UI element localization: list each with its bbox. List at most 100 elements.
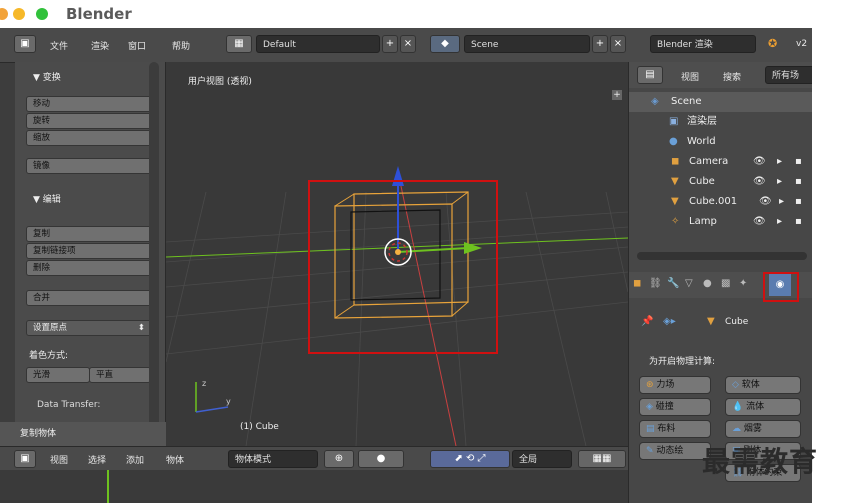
select-arrow-icon[interactable]: ▸ [779, 192, 784, 212]
particles-tab-icon[interactable]: ✦ [739, 278, 747, 289]
soft-body-button[interactable]: ◇ 软体 [725, 376, 801, 394]
render-camera-icon[interactable]: ▪ [795, 212, 802, 232]
viewport-label: 用户视图 (透视) [188, 77, 252, 87]
menu-window[interactable]: 窗口 [128, 39, 146, 52]
data-tab-icon[interactable]: ▽ [685, 278, 693, 289]
outliner-row-renderlayer[interactable]: ▣ 渲染层 [629, 112, 812, 132]
modifiers-tab-icon[interactable]: 🔧 [667, 278, 679, 289]
menu-help[interactable]: 帮助 [172, 39, 190, 52]
shade-smooth-button[interactable]: 光滑 [26, 367, 90, 383]
texture-tab-icon[interactable]: ▩ [721, 278, 730, 289]
scene-field[interactable]: Scene [464, 35, 590, 53]
menu-render[interactable]: 渲染 [91, 39, 109, 52]
outliner-row-world[interactable]: ● World [629, 132, 812, 152]
menu-file[interactable]: 文件 [50, 39, 68, 52]
close-scene-icon[interactable]: × [610, 35, 626, 53]
add-scene-icon[interactable]: + [592, 35, 608, 53]
manipulator-icons[interactable]: ⬈ ⟲ ⤢ [430, 450, 510, 468]
bottom-menu-select[interactable]: 选择 [88, 453, 106, 466]
visibility-eye-icon[interactable]: 👁 [759, 192, 772, 212]
force-field-button[interactable]: ⊛ 力场 [639, 376, 711, 394]
cloth-button[interactable]: ▤ 布料 [639, 420, 711, 438]
render-camera-icon[interactable]: ▪ [795, 172, 802, 192]
bottom-menu-add[interactable]: 添加 [126, 453, 144, 466]
cube001-name: Cube.001 [689, 196, 738, 207]
select-arrow-icon[interactable]: ▸ [777, 172, 782, 192]
render-tab-icon[interactable]: ◼ [633, 278, 641, 289]
constraints-tab-icon[interactable]: ⛓ [649, 278, 662, 289]
cube-highlight-box [308, 180, 498, 354]
fluid-button[interactable]: 💧 流体 [725, 398, 801, 416]
mode-select[interactable]: 物体模式 [228, 450, 318, 468]
outliner-row-cube[interactable]: ▼ Cube 👁 ▸ ▪ [629, 172, 812, 192]
zoom-icon[interactable] [13, 8, 25, 20]
visibility-eye-icon[interactable]: 👁 [753, 212, 766, 232]
layers-grid-icon[interactable]: ▦▦ [578, 450, 626, 468]
operator-panel-header[interactable]: 复制物体 [0, 422, 166, 446]
transform-panel-title[interactable]: ▼ 变换 [33, 70, 61, 83]
current-frame-marker[interactable] [107, 470, 109, 503]
mesh-icon: ▼ [671, 196, 679, 207]
mesh-icon: ▼ [671, 176, 679, 187]
outliner-menu-view[interactable]: 视图 [681, 70, 699, 83]
maximize-icon[interactable] [36, 8, 48, 20]
layout-icon[interactable]: ▦ [226, 35, 252, 53]
shade-flat-button[interactable]: 平直 [89, 367, 151, 383]
3d-view-header: ▣ 视图 选择 添加 物体 物体模式 ⊕ ● ⬈ ⟲ ⤢ 全局 ▦▦ [0, 446, 628, 471]
mirror-button[interactable]: 镜像 [26, 158, 152, 174]
pivot-icon[interactable]: ⊕ [324, 450, 354, 468]
move-button[interactable]: 移动 [26, 96, 152, 112]
outliner-row-cube001[interactable]: ▼ Cube.001 👁 ▸ ▪ [629, 192, 812, 212]
outliner-scrollbar[interactable] [637, 252, 807, 260]
timeline[interactable] [0, 470, 628, 503]
duplicate-linked-button[interactable]: 复制链接项 [26, 243, 152, 259]
right-panel: ▤ 视图 搜索 所有场 ◈ Scene ▣ 渲染层 ● World ◼ Camera 👁 ▸… [628, 62, 812, 503]
world-name: World [687, 136, 716, 147]
outliner-editor-icon[interactable]: ▤ [637, 66, 663, 84]
select-arrow-icon[interactable]: ▸ [777, 152, 782, 172]
expand-icon[interactable]: + [612, 90, 622, 100]
collision-button[interactable]: ◈ 碰撞 [639, 398, 711, 416]
set-origin-select[interactable]: 设置原点 ⬍ [26, 320, 152, 336]
scene-icon[interactable]: ◆ [430, 35, 460, 53]
visibility-eye-icon[interactable]: 👁 [753, 172, 766, 192]
duplicate-button[interactable]: 复制 [26, 226, 152, 242]
smoke-button[interactable]: ☁ 烟雾 [725, 420, 801, 438]
render-engine-select[interactable]: Blender 渲染 [650, 35, 756, 53]
transform-orientation-select[interactable]: 全局 [512, 450, 572, 468]
add-layout-icon[interactable]: + [382, 35, 398, 53]
editor-type-icon-bottom[interactable]: ▣ [14, 450, 36, 468]
rotate-button[interactable]: 旋转 [26, 113, 152, 129]
outliner-filter-select[interactable]: 所有场 [765, 66, 812, 84]
close-layout-icon[interactable]: × [400, 35, 416, 53]
visibility-eye-icon[interactable]: 👁 [753, 152, 766, 172]
scene-name: Scene [671, 96, 702, 107]
svg-text:z: z [202, 379, 206, 388]
cube-name: Cube [689, 176, 715, 187]
shading-icon[interactable]: ● [358, 450, 404, 468]
collision-icon: ◈ [646, 402, 653, 412]
outliner-row-camera[interactable]: ◼ Camera 👁 ▸ ▪ [629, 152, 812, 172]
dynamic-paint-button[interactable]: ✎ 动态绘 [639, 442, 711, 460]
render-camera-icon[interactable]: ▪ [795, 152, 802, 172]
layout-field[interactable]: Default [256, 35, 380, 53]
edit-panel-title[interactable]: ▼ 编辑 [33, 192, 61, 205]
outliner-row-scene[interactable]: ◈ Scene [629, 92, 812, 112]
bottom-menu-object[interactable]: 物体 [166, 453, 184, 466]
outliner-row-lamp[interactable]: ✧ Lamp 👁 ▸ ▪ [629, 212, 812, 232]
3d-viewport[interactable]: z y 用户视图 (透视) (1) Cube + [166, 62, 628, 446]
select-arrow-icon[interactable]: ▸ [777, 212, 782, 232]
pin-icon[interactable]: 📌 [641, 316, 653, 327]
join-button[interactable]: 合并 [26, 290, 152, 306]
camera-name: Camera [689, 156, 729, 167]
editor-type-icon[interactable]: ▣ [14, 35, 36, 53]
properties-tabs: ◼ ⛓ 🔧 ▽ ● ▩ ✦ ◉ [629, 272, 812, 302]
toolshelf-scrollbar[interactable] [149, 62, 159, 438]
minimize-icon[interactable] [0, 8, 8, 20]
scale-button[interactable]: 缩放 [26, 130, 152, 146]
outliner-menu-search[interactable]: 搜索 [723, 70, 741, 83]
material-tab-icon[interactable]: ● [703, 278, 712, 289]
render-camera-icon[interactable]: ▪ [795, 192, 802, 212]
bottom-menu-view[interactable]: 视图 [50, 453, 68, 466]
delete-button[interactable]: 删除 [26, 260, 152, 276]
